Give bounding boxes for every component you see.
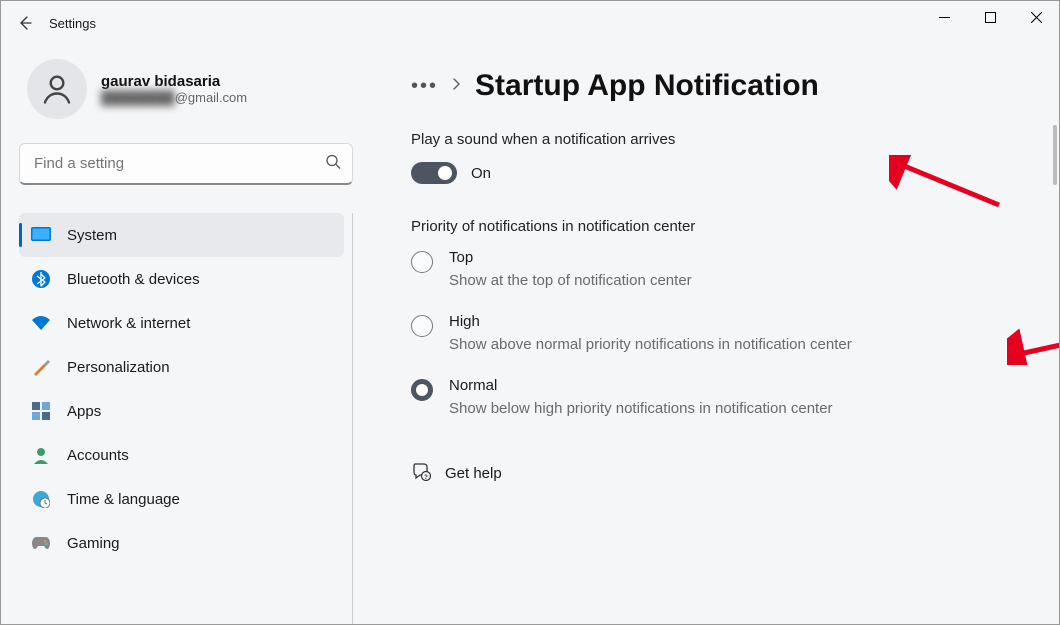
priority-radio-high[interactable]: High Show above normal priority notifica…	[411, 313, 1019, 353]
radio-label: High	[449, 313, 852, 330]
sidebar-nav[interactable]: System Bluetooth & devices Network & int…	[19, 213, 353, 624]
search-icon	[325, 154, 341, 175]
radio-label: Normal	[449, 377, 833, 394]
sidebar-item-gaming[interactable]: Gaming	[19, 521, 344, 565]
gamepad-icon	[31, 533, 51, 553]
wifi-icon	[31, 313, 51, 333]
apps-icon	[31, 401, 51, 421]
user-email: ████████@gmail.com	[101, 90, 247, 105]
radio-icon	[411, 379, 433, 401]
bluetooth-icon	[31, 269, 51, 289]
maximize-icon	[985, 12, 996, 23]
sound-section-label: Play a sound when a notification arrives	[411, 131, 1019, 148]
minimize-icon	[939, 12, 950, 23]
sidebar-item-label: Apps	[67, 403, 101, 420]
sidebar-item-label: Accounts	[67, 447, 129, 464]
get-help-link[interactable]: ? Get help	[411, 461, 1019, 485]
sidebar-item-label: Gaming	[67, 535, 120, 552]
minimize-button[interactable]	[921, 1, 967, 33]
sound-toggle-state: On	[471, 165, 491, 182]
sidebar-item-label: System	[67, 227, 117, 244]
sidebar-item-network[interactable]: Network & internet	[19, 301, 344, 345]
sidebar-item-label: Network & internet	[67, 315, 190, 332]
radio-label: Top	[449, 249, 692, 266]
search-input[interactable]	[19, 143, 353, 185]
search-box[interactable]	[19, 143, 353, 185]
sidebar-item-label: Time & language	[67, 491, 180, 508]
brush-icon	[31, 357, 51, 377]
radio-icon	[411, 251, 433, 273]
window-title: Settings	[49, 16, 96, 31]
get-help-label: Get help	[445, 465, 502, 482]
radio-icon	[411, 315, 433, 337]
maximize-button[interactable]	[967, 1, 1013, 33]
close-button[interactable]	[1013, 1, 1059, 33]
person-icon	[39, 71, 75, 107]
globe-clock-icon	[31, 489, 51, 509]
sidebar-item-label: Bluetooth & devices	[67, 271, 200, 288]
close-icon	[1031, 12, 1042, 23]
sidebar-item-personalization[interactable]: Personalization	[19, 345, 344, 389]
sound-toggle[interactable]	[411, 162, 457, 184]
user-name: gaurav bidasaria	[101, 73, 247, 90]
system-icon	[31, 225, 51, 245]
back-arrow-icon	[17, 15, 33, 31]
svg-text:?: ?	[424, 475, 428, 481]
page-title: Startup App Notification	[475, 69, 819, 103]
breadcrumb: ••• Startup App Notification	[411, 69, 1019, 103]
radio-desc: Show at the top of notification center	[449, 272, 692, 289]
radio-desc: Show above normal priority notifications…	[449, 336, 852, 353]
back-button[interactable]	[9, 7, 41, 39]
avatar	[27, 59, 87, 119]
sidebar-item-bluetooth[interactable]: Bluetooth & devices	[19, 257, 344, 301]
priority-radio-group: Top Show at the top of notification cent…	[411, 249, 1019, 417]
sidebar-item-accounts[interactable]: Accounts	[19, 433, 344, 477]
breadcrumb-overflow-button[interactable]: •••	[411, 75, 438, 98]
sidebar-item-apps[interactable]: Apps	[19, 389, 344, 433]
help-icon: ?	[411, 461, 431, 485]
main-content: ••• Startup App Notification Play a soun…	[371, 45, 1059, 624]
sidebar-item-system[interactable]: System	[19, 213, 344, 257]
chevron-right-icon	[452, 77, 461, 96]
window-controls	[921, 1, 1059, 33]
sidebar: gaurav bidasaria ████████@gmail.com Syst…	[1, 45, 371, 624]
scrollbar[interactable]	[1053, 125, 1057, 185]
sidebar-item-label: Personalization	[67, 359, 170, 376]
priority-radio-top[interactable]: Top Show at the top of notification cent…	[411, 249, 1019, 289]
radio-desc: Show below high priority notifications i…	[449, 400, 833, 417]
user-block[interactable]: gaurav bidasaria ████████@gmail.com	[19, 45, 353, 143]
priority-radio-normal[interactable]: Normal Show below high priority notifica…	[411, 377, 1019, 417]
account-icon	[31, 445, 51, 465]
priority-section-label: Priority of notifications in notificatio…	[411, 218, 1019, 235]
titlebar: Settings	[1, 1, 1059, 45]
sidebar-item-time-language[interactable]: Time & language	[19, 477, 344, 521]
